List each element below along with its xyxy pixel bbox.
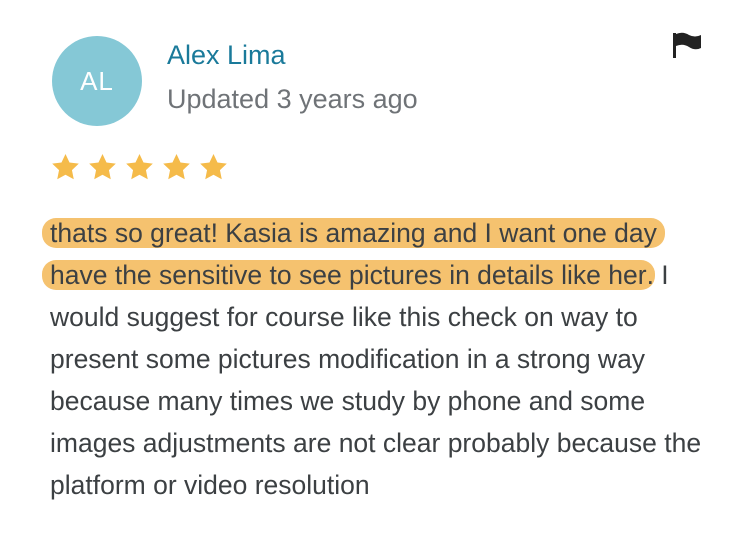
review-text-rest: . I would suggest for course like this c… [50, 260, 702, 500]
avatar-initials: AL [80, 65, 114, 96]
review-text: thats so great! Kasia is amazing and I w… [42, 212, 710, 506]
reviewer-name[interactable]: Alex Lima [167, 40, 286, 71]
review-updated-time: Updated 3 years ago [167, 84, 418, 114]
highlighted-text: thats so great! Kasia is amazing and I w… [42, 218, 665, 290]
flag-icon[interactable] [671, 31, 703, 59]
review-card: AL Alex Lima Updated 3 years ago thats s… [0, 0, 730, 557]
star-rating [50, 152, 229, 184]
star-icon [52, 153, 79, 180]
star-icon [163, 153, 190, 180]
avatar[interactable]: AL [52, 36, 142, 126]
star-icon [89, 153, 116, 180]
star-icon [126, 153, 153, 180]
star-icon [200, 153, 227, 180]
